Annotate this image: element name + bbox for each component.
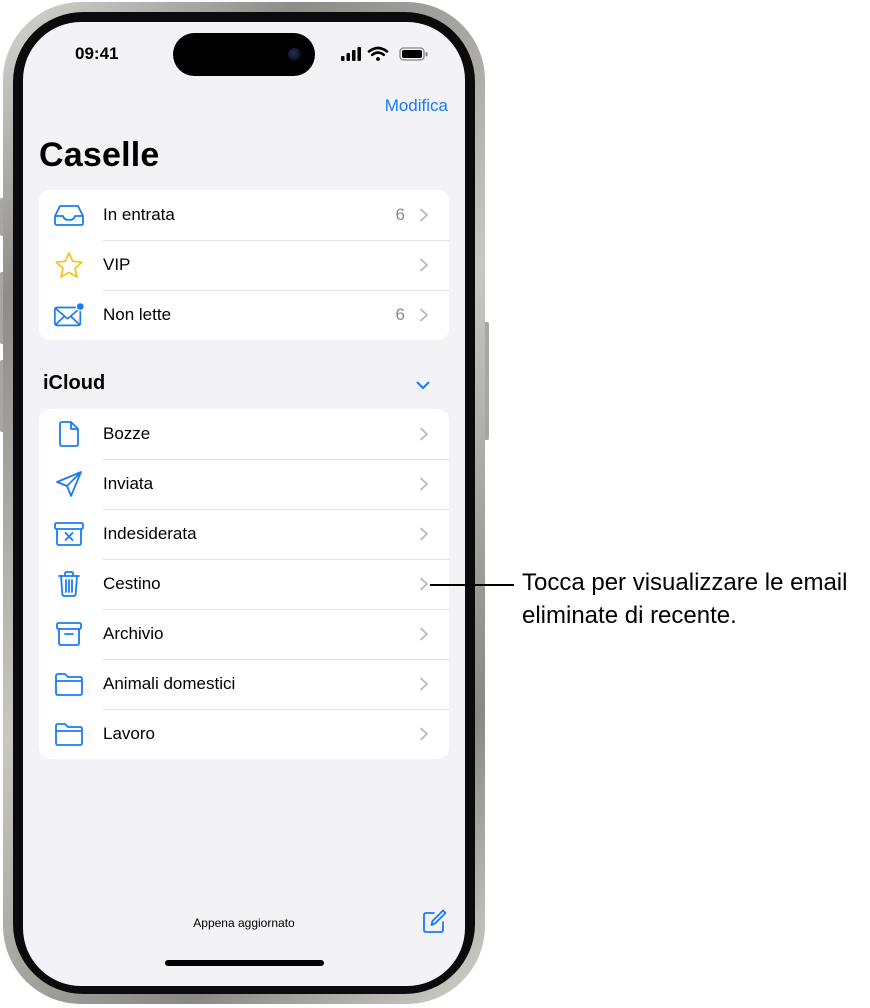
folder-row-drafts[interactable]: Bozze (39, 409, 449, 459)
folder-label: Bozze (103, 424, 151, 443)
edit-button[interactable]: Modifica (385, 96, 448, 116)
draft-document-icon (53, 419, 85, 449)
folder-row-sent[interactable]: Inviata (39, 459, 449, 509)
star-icon (53, 250, 85, 280)
unread-envelope-icon (53, 300, 85, 330)
page-title: Caselle (39, 136, 160, 174)
folder-row-work[interactable]: Lavoro (39, 709, 449, 759)
mailbox-label: In entrata (103, 205, 175, 224)
chevron-right-icon (420, 577, 428, 591)
callout-leader-line (430, 584, 514, 586)
battery-icon (399, 47, 428, 61)
chevron-right-icon (420, 308, 428, 322)
unread-count: 6 (395, 205, 405, 224)
archive-box-icon (53, 619, 85, 649)
chevron-right-icon (420, 208, 428, 222)
icloud-folders-group: Bozze Inviata Indesiderata Cestino Archi… (39, 409, 449, 759)
chevron-right-icon (420, 258, 428, 272)
trash-icon (53, 569, 85, 599)
phone-screen: 09:41 Modifica Caselle In entrata 6 VIP … (23, 22, 465, 986)
chevron-right-icon (420, 727, 428, 741)
chevron-right-icon (420, 627, 428, 641)
folder-row-pets[interactable]: Animali domestici (39, 659, 449, 709)
inbox-icon (53, 200, 85, 230)
dynamic-island (173, 33, 315, 76)
folder-label: Lavoro (103, 724, 155, 743)
mailboxes-group: In entrata 6 VIP Non lette 6 (39, 190, 449, 340)
wifi-icon (367, 46, 389, 61)
cellular-signal-icon (341, 47, 361, 61)
folder-label: Cestino (103, 574, 161, 593)
chevron-right-icon (420, 477, 428, 491)
folder-icon (53, 719, 85, 749)
status-time: 09:41 (75, 44, 119, 63)
unread-count: 6 (395, 305, 405, 324)
folder-label: Indesiderata (103, 524, 197, 543)
callout-text: Tocca per visualizzare le email eliminat… (522, 569, 848, 629)
mailbox-row-unread[interactable]: Non lette 6 (39, 290, 449, 340)
chevron-right-icon (420, 527, 428, 541)
mailbox-label: VIP (103, 255, 131, 274)
folder-row-trash[interactable]: Cestino (39, 559, 449, 609)
compose-icon[interactable] (421, 909, 447, 935)
junk-icon (53, 519, 85, 549)
status-icons (341, 46, 428, 61)
mailbox-label: Non lette (103, 305, 172, 324)
folder-icon (53, 669, 85, 699)
folder-row-junk[interactable]: Indesiderata (39, 509, 449, 559)
chevron-right-icon (420, 677, 428, 691)
folder-label: Animali domestici (103, 674, 236, 693)
front-camera (288, 48, 301, 61)
chevron-right-icon (420, 427, 428, 441)
chevron-down-icon[interactable] (414, 376, 432, 394)
last-updated-status: Appena aggiornato (193, 916, 295, 930)
folder-label: Archivio (103, 624, 164, 643)
paperplane-icon (53, 469, 85, 499)
mailbox-row-vip[interactable]: VIP (39, 240, 449, 290)
mailbox-row-inbox[interactable]: In entrata 6 (39, 190, 449, 240)
home-indicator (165, 960, 324, 966)
folder-label: Inviata (103, 474, 154, 493)
icloud-section-title: iCloud (43, 372, 106, 394)
folder-row-archive[interactable]: Archivio (39, 609, 449, 659)
